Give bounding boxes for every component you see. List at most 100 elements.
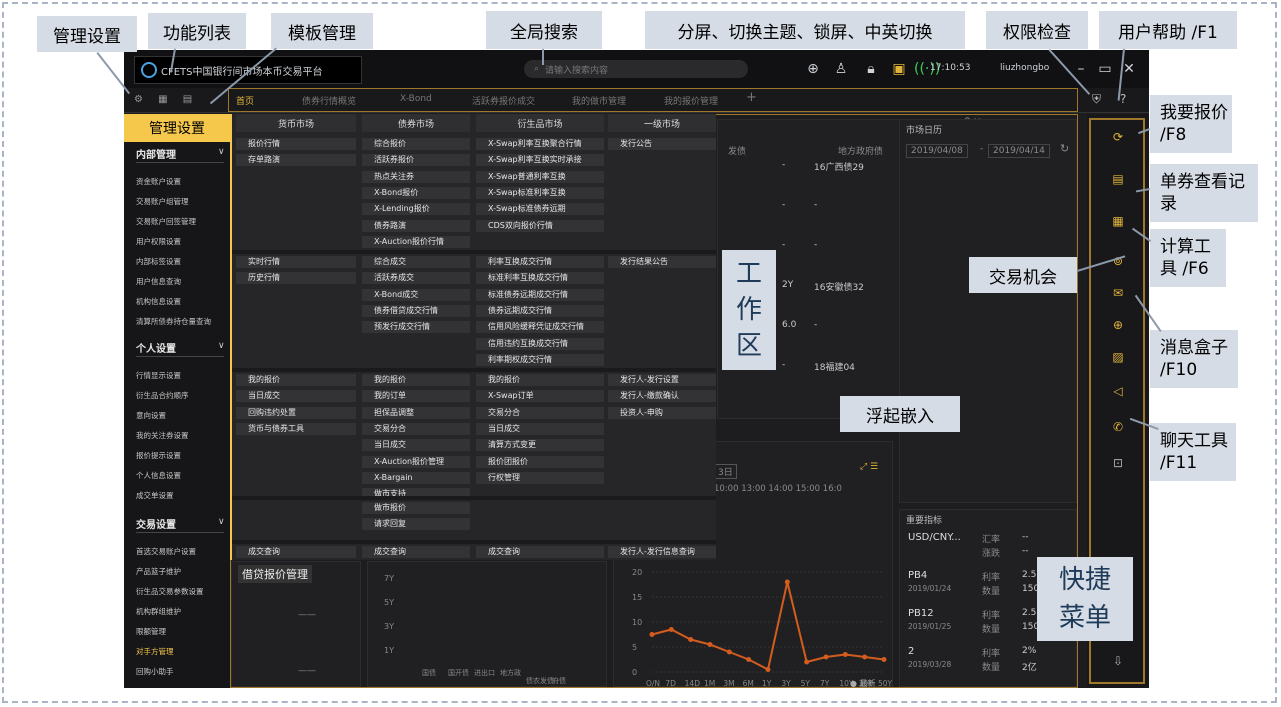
data-point[interactable] [784,579,790,585]
mega-menu-item[interactable]: 利率期权成交行情 [476,353,604,366]
sidebar-item[interactable]: 机构群组维护 [136,606,181,617]
data-point[interactable] [804,659,810,665]
mega-menu-item[interactable]: 当日成交 [362,439,470,452]
data-point[interactable] [862,654,868,660]
mega-menu-item[interactable]: 当日成交 [236,390,356,403]
sidebar-item[interactable]: 清算所债券持仓量查询 [136,316,211,327]
data-point[interactable] [746,657,752,662]
mega-menu-item[interactable]: X-Swap订单 [476,390,604,403]
sidebar-item[interactable]: 内部标签设置 [136,256,181,267]
speaker-icon[interactable]: ◁ [1110,384,1126,398]
mega-menu-item[interactable]: 成交查询 [236,546,356,558]
sidebar-item[interactable]: 机构信息设置 [136,296,181,307]
sidebar-item[interactable]: 我的关注券设置 [136,430,189,441]
data-point[interactable] [823,654,829,660]
mega-menu-item[interactable]: 回购违约处置 [236,406,356,419]
tab-active-bonds[interactable]: 活跃券报价成交 [472,94,535,107]
mega-menu-item[interactable]: 热点关注券 [362,170,470,183]
mega-menu-item[interactable]: 发行人-缴款确认 [608,390,716,403]
tab-market-making[interactable]: 我的做市管理 [572,94,626,107]
quote-icon[interactable]: ⟳ [1110,130,1126,144]
mega-menu-item[interactable]: 发行公告 [608,138,716,150]
mega-menu-item[interactable]: 我的报价 [476,374,604,386]
language-switch-icon[interactable]: ▣ [890,61,908,77]
mega-menu-item[interactable]: X-Swap利率互换实时承接 [476,154,604,167]
username[interactable]: liuzhongbo [1000,63,1049,73]
mega-menu-item[interactable]: 发行结果公告 [608,256,716,268]
chart-icon[interactable]: ▨ [1110,350,1126,364]
mega-menu-item[interactable]: X-Auction报价行情 [362,235,470,248]
mega-menu-item[interactable]: 综合成交 [362,256,470,268]
help-icon[interactable]: ? [1120,92,1126,106]
mega-menu-item[interactable]: CDS双向报价行情 [476,219,604,232]
mega-menu-item[interactable]: 历史行情 [236,272,356,285]
mega-menu-item[interactable]: 预发行成交行情 [362,321,470,334]
sidebar-item[interactable]: 首选交易账户设置 [136,546,196,557]
sidebar-section-title[interactable]: 交易设置 [136,516,176,531]
mega-menu-item[interactable]: X-Swap标准债券远期 [476,203,604,216]
mega-menu-item[interactable]: 交易分合 [476,406,604,419]
mega-menu-item[interactable]: 当日成交 [476,422,604,435]
sidebar-item[interactable]: 资金账户设置 [136,176,181,187]
mega-menu-item[interactable]: 我的报价 [362,374,470,386]
template-icon[interactable]: ▤ [183,94,192,105]
mega-menu-item[interactable]: 担保品调整 [362,406,470,419]
mega-menu-item[interactable]: X-Bargain [362,471,470,484]
mega-menu-item[interactable]: X-Auction报价管理 [362,455,470,468]
sidebar-item[interactable]: 个人信息设置 [136,470,181,481]
mega-menu-item[interactable]: 交易分合 [362,422,470,435]
data-point[interactable] [842,652,848,657]
sidebar-item[interactable]: 行情显示设置 [136,370,181,381]
sidebar-section-title[interactable]: 内部管理 [136,146,176,161]
minimize-icon[interactable]: – [1072,61,1090,77]
data-point[interactable] [765,667,771,672]
mega-menu-item[interactable]: 信用风险缓释凭证成交行情 [476,321,604,334]
data-point[interactable] [726,649,732,655]
mega-menu-item[interactable]: 活跃券成交 [362,272,470,285]
sidebar-item[interactable]: 衍生品交易参数设置 [136,586,204,597]
mega-menu-item[interactable]: 报价团报价 [476,455,604,468]
mega-menu-item[interactable]: 行权管理 [476,471,604,484]
chevron-down-icon[interactable]: ∨ [218,517,225,527]
date-from-field[interactable]: 2019/04/08 [906,144,968,158]
mega-menu-item[interactable]: 货币与债券工具 [236,422,356,435]
permission-check-icon[interactable]: ⛨ [1092,92,1101,107]
mega-menu-item[interactable]: 债券借贷成交行情 [362,304,470,317]
sidebar-item[interactable]: 衍生品合约顺序 [136,390,189,401]
sidebar-item[interactable]: 产品篮子维护 [136,566,181,577]
chevron-down-icon[interactable]: ∨ [218,147,225,157]
chevron-down-icon[interactable]: ∨ [218,341,225,351]
mega-menu-item[interactable]: X-Swap利率互换聚合行情 [476,138,604,150]
settings-icon[interactable]: ⚙ [134,94,143,105]
tab-my-quotes[interactable]: 我的报价管理 [664,94,718,107]
mega-menu-item[interactable]: X-Lending报价 [362,203,470,216]
mega-menu-item[interactable]: 做市报价 [362,502,470,514]
mega-menu-item[interactable]: X-Bond报价 [362,186,470,199]
tab-xbond[interactable]: X-Bond [400,94,432,104]
mega-menu-item[interactable]: 债券路演 [362,219,470,232]
lock-icon[interactable]: 🔒︎ [862,61,880,77]
mega-menu-item[interactable]: 清算方式变更 [476,439,604,452]
date-to-field[interactable]: 2019/04/14 [988,144,1050,158]
refresh-icon[interactable]: ↻ [1060,142,1069,155]
sidebar-item[interactable]: 意向设置 [136,410,166,421]
bond-record-icon[interactable]: ▤ [1110,172,1126,186]
mega-menu-item[interactable]: 请求回复 [362,518,470,531]
sidebar-item[interactable]: 用户信息查询 [136,276,181,287]
sidebar-item[interactable]: 限额管理 [136,626,166,637]
terminal-icon[interactable]: ⊡ [1110,456,1126,470]
data-point[interactable] [668,627,674,632]
add-tab-button[interactable]: + [746,90,757,105]
grid-icon[interactable]: ▦ [158,94,167,105]
mega-menu-item[interactable]: 我的报价 [236,374,356,386]
mega-menu-item[interactable]: 我的订单 [362,390,470,403]
tab-bond-overview[interactable]: 债券行情概览 [302,94,356,107]
mega-menu-item[interactable]: X-Swap普通利率互换 [476,170,604,183]
theme-shirt-icon[interactable]: ♙ [832,61,850,77]
alert-icon[interactable]: ⊕ [1110,318,1126,332]
mega-menu-item[interactable]: 利率互换成交行情 [476,256,604,268]
data-point[interactable] [649,632,655,637]
data-point[interactable] [707,642,713,647]
mega-menu-item[interactable]: X-Swap标准利率互换 [476,186,604,199]
data-point[interactable] [688,637,694,642]
